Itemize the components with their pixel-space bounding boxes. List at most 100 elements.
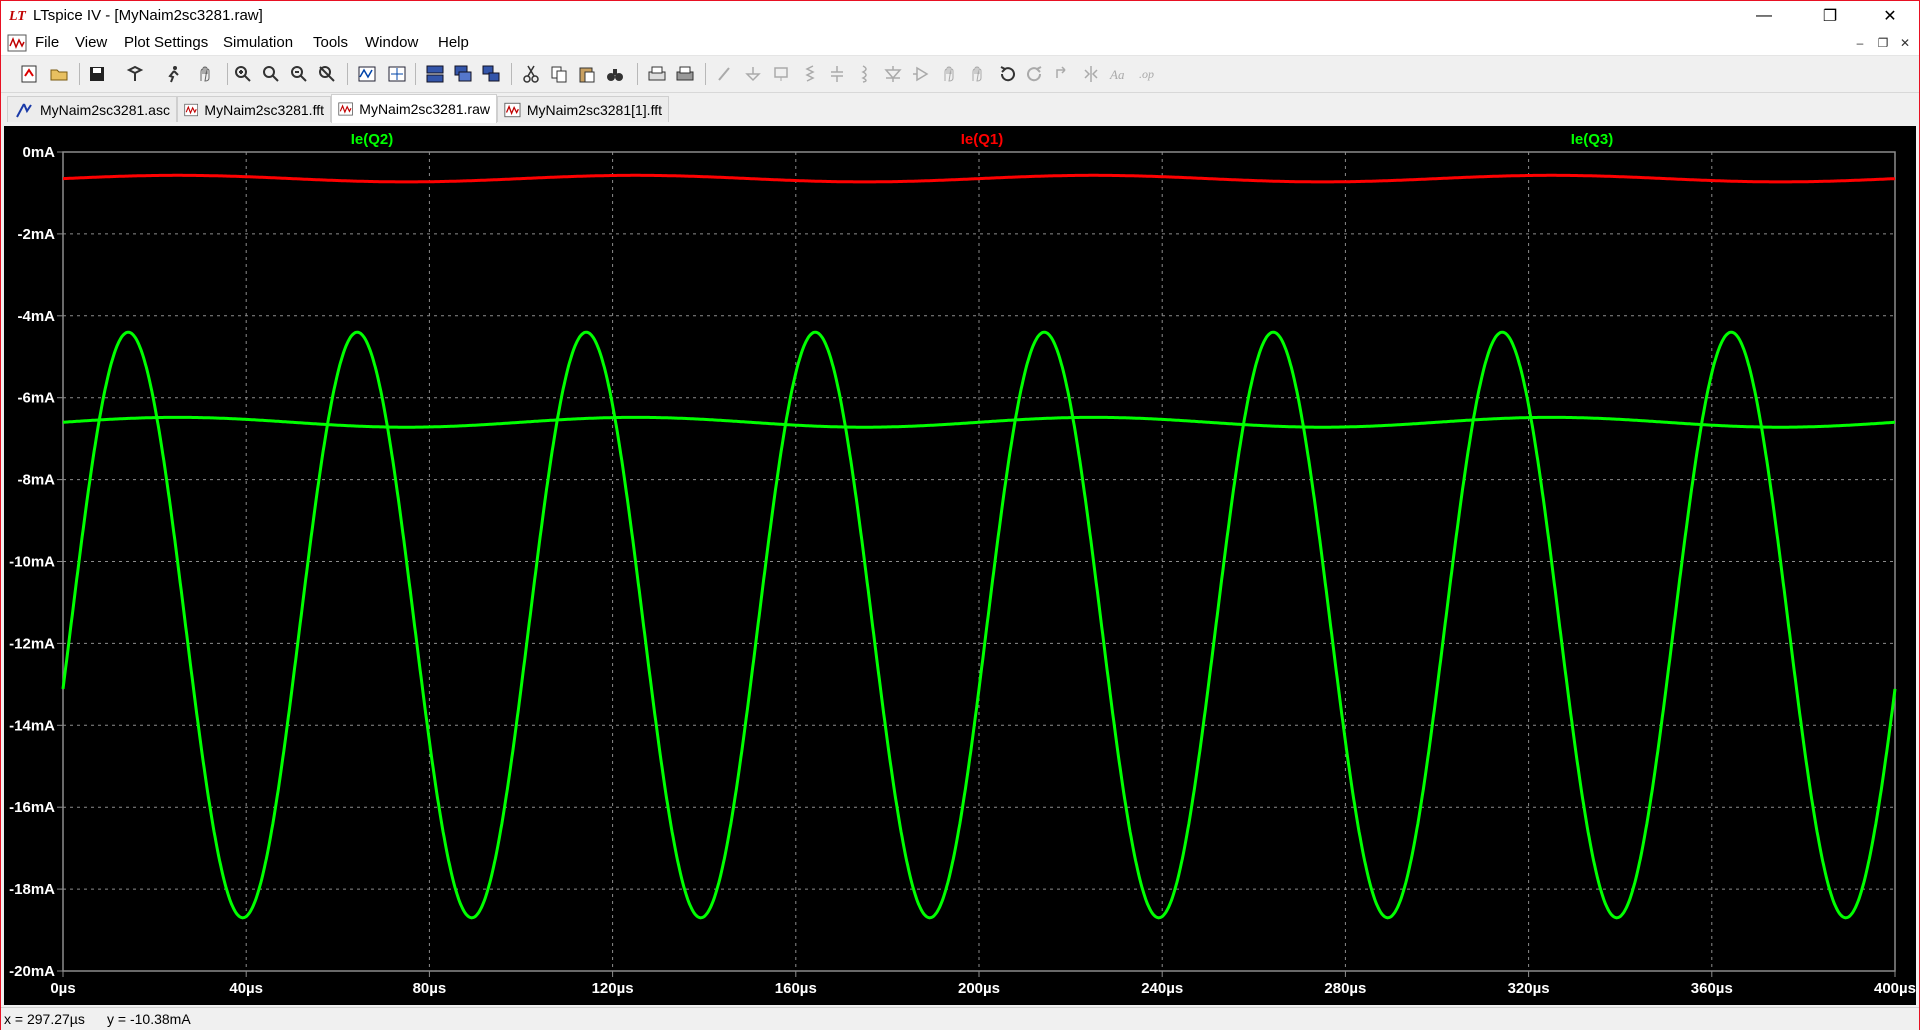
undo-icon[interactable] xyxy=(995,63,1019,85)
restore-button[interactable]: ❐ xyxy=(1807,1,1853,31)
waveform-icon xyxy=(338,102,353,116)
toolbar-separator xyxy=(705,63,706,85)
x-tick-label: 360µs xyxy=(1691,980,1733,997)
cursor-icon[interactable] xyxy=(385,63,409,85)
resistor-icon[interactable] xyxy=(797,63,821,85)
menu-plot-settings[interactable]: Plot Settings xyxy=(124,34,208,51)
x-tick-label: 0µs xyxy=(50,980,75,997)
menu-bar: File View Plot Settings Simulation Tools… xyxy=(1,31,1919,56)
tab-label: MyNaim2sc3281.fft xyxy=(204,101,324,118)
title-bar[interactable]: LT LTspice IV - [MyNaim2sc3281.raw] — ❐ … xyxy=(1,1,1919,31)
find-icon[interactable] xyxy=(603,63,627,85)
tile-horizontal-icon[interactable] xyxy=(423,63,447,85)
spice-directive-icon[interactable]: .op xyxy=(1135,63,1159,85)
legend-label[interactable]: Ie(Q2) xyxy=(351,131,394,148)
tab-label: MyNaim2sc3281[1].fft xyxy=(526,101,662,118)
redo-icon[interactable] xyxy=(1023,63,1047,85)
toolbar: Aa .op xyxy=(1,56,1919,93)
legend-label[interactable]: Ie(Q3) xyxy=(1571,131,1614,148)
mdi-minimize-button[interactable]: – xyxy=(1851,35,1869,51)
paste-icon[interactable] xyxy=(575,63,599,85)
new-schematic-icon[interactable] xyxy=(17,63,41,85)
toolbar-separator xyxy=(347,63,348,85)
x-tick-label: 160µs xyxy=(775,980,817,997)
rotate-icon[interactable] xyxy=(1051,63,1075,85)
cascade-icon[interactable] xyxy=(451,63,475,85)
toolbar-separator xyxy=(637,63,638,85)
run-icon[interactable] xyxy=(161,63,185,85)
y-tick-label: 0mA xyxy=(22,144,55,161)
tab-schematic[interactable]: MyNaim2sc3281.asc xyxy=(7,96,177,122)
toolbar-separator xyxy=(79,63,80,85)
waveform-plot[interactable]: 0µs 40µs 80µs 120µs 160µs 200µs 240µs 280µs 320µ… xyxy=(4,126,1916,1005)
diode-icon[interactable] xyxy=(881,63,905,85)
move-icon[interactable] xyxy=(937,63,961,85)
tile-vertical-icon[interactable] xyxy=(479,63,503,85)
zoom-area-icon[interactable] xyxy=(259,63,283,85)
cursor-x-readout: x = 297.27µs xyxy=(4,1011,85,1027)
menu-view[interactable]: View xyxy=(75,34,107,51)
open-icon[interactable] xyxy=(47,63,71,85)
inductor-icon[interactable] xyxy=(853,63,877,85)
wire-icon[interactable] xyxy=(713,63,737,85)
y-tick-label: -16mA xyxy=(9,799,55,816)
mdi-close-button[interactable]: ✕ xyxy=(1896,35,1914,51)
menu-file[interactable]: File xyxy=(35,34,59,51)
tab-fft[interactable]: MyNaim2sc3281.fft xyxy=(177,96,331,122)
component-icon[interactable] xyxy=(909,63,933,85)
svg-text:.op: .op xyxy=(1139,67,1154,81)
toolbar-separator xyxy=(227,63,228,85)
zoom-in-icon[interactable] xyxy=(231,63,255,85)
zoom-out-icon[interactable] xyxy=(287,63,311,85)
document-tabs: MyNaim2sc3281.asc MyNaim2sc3281.fft MyNa… xyxy=(1,93,1919,125)
mdi-restore-button[interactable]: ❐ xyxy=(1874,35,1892,51)
window-title: LTspice IV - [MyNaim2sc3281.raw] xyxy=(33,7,263,24)
waveform-icon xyxy=(504,102,521,117)
copy-icon[interactable] xyxy=(547,63,571,85)
menu-help[interactable]: Help xyxy=(438,34,469,51)
y-tick-label: -14mA xyxy=(9,717,55,734)
capacitor-icon[interactable] xyxy=(825,63,849,85)
schematic-icon xyxy=(16,103,32,117)
status-bar: x = 297.27µs y = -10.38mA xyxy=(1,1007,1919,1030)
x-tick-label: 120µs xyxy=(592,980,634,997)
autorange-icon[interactable] xyxy=(355,63,379,85)
waveform-document-icon[interactable] xyxy=(7,34,27,52)
print-preview-icon[interactable] xyxy=(645,63,669,85)
y-tick-label: -18mA xyxy=(9,881,55,898)
menu-simulation[interactable]: Simulation xyxy=(223,34,293,51)
label-icon[interactable] xyxy=(769,63,793,85)
menu-window[interactable]: Window xyxy=(365,34,418,51)
y-tick-label: -20mA xyxy=(9,963,55,980)
y-tick-label: -6mA xyxy=(17,390,55,407)
close-button[interactable]: ✕ xyxy=(1867,1,1913,31)
ground-icon[interactable] xyxy=(741,63,765,85)
toolbar-separator xyxy=(415,63,416,85)
halt-icon[interactable] xyxy=(193,63,217,85)
minimize-button[interactable]: — xyxy=(1741,1,1787,31)
x-tick-label: 200µs xyxy=(958,980,1000,997)
ltspice-window: LT LTspice IV - [MyNaim2sc3281.raw] — ❐ … xyxy=(0,0,1920,1030)
print-icon[interactable] xyxy=(673,63,697,85)
control-panel-icon[interactable] xyxy=(123,63,147,85)
x-tick-label: 80µs xyxy=(413,980,447,997)
text-icon[interactable]: Aa xyxy=(1107,63,1131,85)
svg-text:LT: LT xyxy=(9,9,27,23)
tab-fft-1[interactable]: MyNaim2sc3281[1].fft xyxy=(497,96,669,122)
waveform-chart[interactable]: 0µs 40µs 80µs 120µs 160µs 200µs 240µs 280µs 320µ… xyxy=(4,126,1916,1005)
tab-label: MyNaim2sc3281.asc xyxy=(40,101,170,118)
cut-icon[interactable] xyxy=(519,63,543,85)
drag-icon[interactable] xyxy=(965,63,989,85)
mirror-icon[interactable] xyxy=(1079,63,1103,85)
zoom-fit-icon[interactable] xyxy=(315,63,339,85)
menu-tools[interactable]: Tools xyxy=(313,34,348,51)
x-tick-label: 40µs xyxy=(229,980,263,997)
save-icon[interactable] xyxy=(85,63,109,85)
legend-label[interactable]: Ie(Q1) xyxy=(961,131,1004,148)
x-tick-label: 280µs xyxy=(1324,980,1366,997)
tab-raw[interactable]: MyNaim2sc3281.raw xyxy=(331,94,497,123)
y-tick-label: -4mA xyxy=(17,308,55,325)
ltspice-logo-icon: LT xyxy=(9,9,27,23)
cursor-y-readout: y = -10.38mA xyxy=(107,1011,191,1027)
x-tick-label: 320µs xyxy=(1508,980,1550,997)
